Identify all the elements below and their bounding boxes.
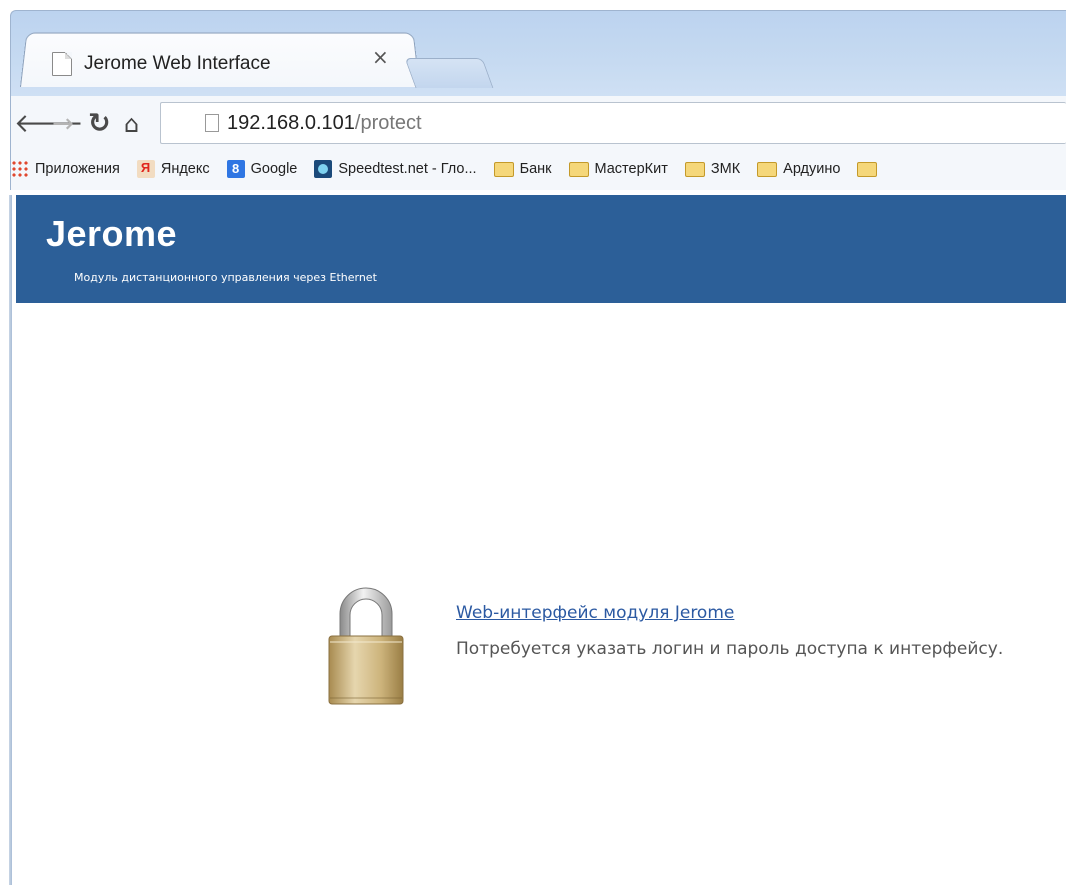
- google-icon: 8: [226, 160, 245, 178]
- bookmark-google[interactable]: 8 Google: [226, 160, 298, 178]
- speedtest-icon: [314, 160, 333, 178]
- new-tab-button[interactable]: [404, 58, 494, 88]
- web-interface-link[interactable]: Web-интерфейс модуля Jerome: [456, 603, 734, 623]
- apps-grid-icon: [11, 160, 29, 178]
- reload-icon[interactable]: ↻: [88, 104, 111, 144]
- login-description: Потребуется указать логин и пароль досту…: [456, 639, 1004, 659]
- bookmark-label: Приложения: [35, 161, 120, 177]
- site-title: Jerome: [46, 213, 178, 254]
- forward-arrow-icon[interactable]: →: [52, 104, 74, 144]
- bookmark-label: Банк: [519, 161, 552, 177]
- bookmark-speedtest[interactable]: Speedtest.net - Гло...: [314, 160, 477, 178]
- bookmark-label: Ардуино: [783, 161, 841, 177]
- page-icon: [52, 52, 72, 76]
- folder-icon: [857, 161, 878, 177]
- bookmark-yandex[interactable]: Яндекс: [136, 160, 210, 178]
- bookmark-label: Яндекс: [160, 161, 210, 177]
- window-border: [9, 195, 12, 885]
- folder-icon: [568, 161, 589, 177]
- bookmark-folder-zmk[interactable]: ЗМК: [684, 161, 741, 177]
- bookmark-folder-masterkit[interactable]: МастерКит: [568, 161, 668, 177]
- bookmark-label: Speedtest.net - Гло...: [338, 161, 477, 177]
- folder-icon: [684, 161, 705, 177]
- bookmark-folder-bank[interactable]: Банк: [493, 161, 552, 177]
- address-bar[interactable]: 192.168.0.101/protect: [160, 102, 1066, 144]
- home-icon[interactable]: ⌂: [124, 104, 139, 144]
- lock-icon: [328, 587, 404, 705]
- bookmark-label: Google: [250, 161, 298, 177]
- folder-icon: [493, 161, 514, 177]
- site-subtitle: Модуль дистанционного управления через E…: [74, 271, 377, 284]
- close-tab-icon[interactable]: ×: [372, 45, 389, 69]
- tab-content[interactable]: Jerome Web Interface ×: [52, 45, 412, 81]
- tab-title: Jerome Web Interface: [84, 53, 271, 74]
- url-host: 192.168.0.101: [227, 111, 355, 134]
- yandex-icon: [136, 160, 155, 178]
- bookmark-folder-more[interactable]: [857, 161, 883, 177]
- site-header: Jerome Модуль дистанционного управления …: [16, 195, 1066, 303]
- bookmark-label: ЗМК: [710, 161, 741, 177]
- bookmark-label: МастерКит: [594, 161, 668, 177]
- bookmark-folder-arduino[interactable]: Ардуино: [757, 161, 840, 177]
- url-path: /protect: [354, 111, 422, 134]
- page-icon: [205, 114, 219, 132]
- bookmarks-bar: Приложения Яндекс 8 Google Speedtest.net …: [10, 148, 1066, 190]
- bookmark-apps[interactable]: Приложения: [11, 160, 120, 178]
- folder-icon: [757, 161, 778, 177]
